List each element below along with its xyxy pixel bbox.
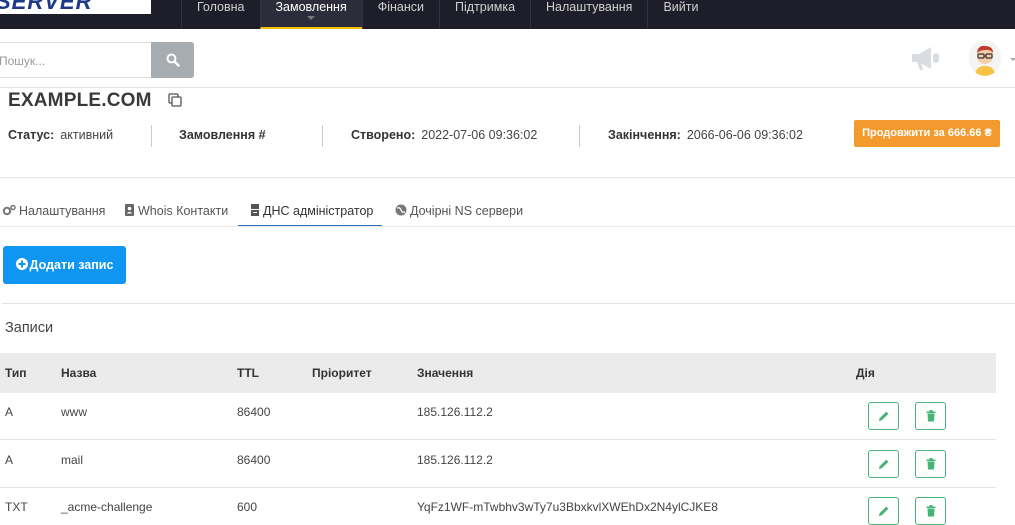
- created-label: Створено:: [351, 128, 416, 142]
- cell-type: A: [5, 453, 14, 467]
- trash-icon: [926, 505, 936, 517]
- table-header: Тип Назва TTL Пріоритет Значення Дія: [0, 353, 996, 393]
- add-record-label: Додати запис: [29, 258, 114, 272]
- nav-item-label: Вийти: [663, 0, 699, 14]
- caret-down-icon: [307, 16, 316, 20]
- nav-item-settings[interactable]: Налаштування: [530, 0, 647, 29]
- tab-settings[interactable]: Налаштування: [2, 200, 105, 227]
- expires-info: Закінчення: 2066-06-06 09:36:02: [608, 128, 803, 142]
- divider: [0, 87, 1015, 88]
- separator: [579, 125, 580, 147]
- gears-icon: [2, 204, 16, 216]
- megaphone-icon[interactable]: [909, 44, 941, 72]
- chevron-down-icon[interactable]: [1010, 58, 1015, 61]
- separator: [322, 125, 323, 147]
- search-input[interactable]: Пошук...: [0, 42, 151, 78]
- nav-item-label: Головна: [197, 0, 245, 14]
- address-book-icon: [125, 204, 134, 216]
- created-value: 2022-07-06 09:36:02: [421, 128, 538, 142]
- status-label: Статус:: [8, 128, 55, 142]
- order-label: Замовлення #: [179, 128, 266, 142]
- delete-record-button[interactable]: [915, 450, 946, 478]
- trash-icon: [926, 410, 936, 422]
- pencil-icon: [879, 459, 889, 469]
- nav-item-label: Налаштування: [546, 0, 633, 14]
- expires-label: Закінчення:: [608, 128, 681, 142]
- cell-name: www: [61, 405, 87, 419]
- search-icon: [166, 53, 180, 67]
- delete-record-button[interactable]: [915, 497, 946, 525]
- edit-record-button[interactable]: [868, 497, 899, 525]
- nav-item-home[interactable]: Головна: [181, 0, 260, 29]
- nav-item-finance[interactable]: Фінанси: [361, 0, 439, 29]
- separator: [151, 125, 152, 147]
- order-info: Замовлення #: [179, 128, 272, 142]
- nav-item-label: Замовлення: [275, 0, 347, 14]
- cell-type: TXT: [5, 500, 28, 514]
- cell-name: mail: [61, 453, 84, 467]
- cell-value: 185.126.112.2: [417, 453, 493, 467]
- column-header-value: Значення: [417, 366, 474, 380]
- tab-whois-contacts[interactable]: Whois Контакти: [124, 200, 228, 227]
- logo[interactable]: SERVER: [0, 0, 151, 14]
- globe-icon: [395, 204, 407, 216]
- renew-button[interactable]: Продовжити за 666.66 ₴: [854, 120, 1000, 147]
- edit-record-button[interactable]: [868, 402, 899, 430]
- column-header-priority: Пріоритет: [312, 366, 372, 380]
- nav-item-support[interactable]: Підтримка: [439, 0, 530, 29]
- cell-type: A: [5, 405, 14, 419]
- cell-name: _acme-challenge: [61, 500, 153, 514]
- logo-text: SERVER: [0, 0, 93, 14]
- column-header-action: Дія: [856, 366, 875, 380]
- plus-circle-icon: [15, 258, 28, 270]
- cell-ttl: 86400: [237, 405, 271, 419]
- tab-label: Whois Контакти: [138, 204, 229, 218]
- nav-item-orders[interactable]: Замовлення: [259, 0, 362, 29]
- nav-item-label: Фінанси: [377, 0, 425, 14]
- delete-record-button[interactable]: [915, 402, 946, 430]
- column-header-name: Назва: [61, 366, 97, 380]
- copy-icon[interactable]: [168, 93, 182, 107]
- cell-ttl: 86400: [237, 453, 271, 467]
- cell-ttl: 600: [237, 500, 258, 514]
- domain-title: EXAMPLE.COM: [8, 90, 152, 111]
- expires-value: 2066-06-06 09:36:02: [686, 128, 803, 142]
- pencil-icon: [879, 506, 889, 516]
- row-divider: [0, 487, 996, 488]
- pencil-icon: [879, 411, 889, 421]
- created-info: Створено: 2022-07-06 09:36:02: [351, 128, 537, 142]
- status-value: активний: [60, 128, 114, 142]
- tab-label: Дочірні NS сервери: [410, 204, 524, 218]
- top-navbar: SERVER Головна Замовлення Фінанси Підтри…: [0, 0, 1015, 29]
- nav-item-logout[interactable]: Вийти: [647, 0, 713, 29]
- records-title: Записи: [5, 320, 54, 336]
- status-info: Статус: активний: [8, 128, 113, 142]
- tab-label: ДНС адміністратор: [263, 204, 374, 218]
- row-divider: [0, 439, 996, 440]
- trash-icon: [926, 458, 936, 470]
- column-header-ttl: TTL: [237, 366, 259, 380]
- edit-record-button[interactable]: [868, 450, 899, 478]
- divider: [0, 177, 1015, 178]
- search-button[interactable]: [151, 42, 194, 78]
- add-record-button[interactable]: Додати запис: [3, 246, 126, 284]
- avatar-icon: [969, 40, 1001, 76]
- tab-dns-admin[interactable]: ДНС адміністратор: [238, 200, 382, 227]
- divider: [2, 303, 1015, 304]
- cell-value: YqFz1WF-mTwbhv3wTy7u3BbxkvlXWEhDx2N4ylCJ…: [417, 500, 718, 514]
- cell-value: 185.126.112.2: [417, 405, 493, 419]
- user-avatar[interactable]: [969, 40, 1001, 76]
- nav-item-label: Підтримка: [455, 0, 516, 14]
- server-icon: [251, 204, 259, 216]
- tabs-bottom-line: [0, 226, 1015, 227]
- main-nav: Головна Замовлення Фінанси Підтримка Нал…: [181, 0, 713, 29]
- tab-label: Налаштування: [19, 204, 106, 218]
- tab-child-ns[interactable]: Дочірні NS сервери: [395, 200, 523, 227]
- column-header-type: Тип: [5, 366, 27, 380]
